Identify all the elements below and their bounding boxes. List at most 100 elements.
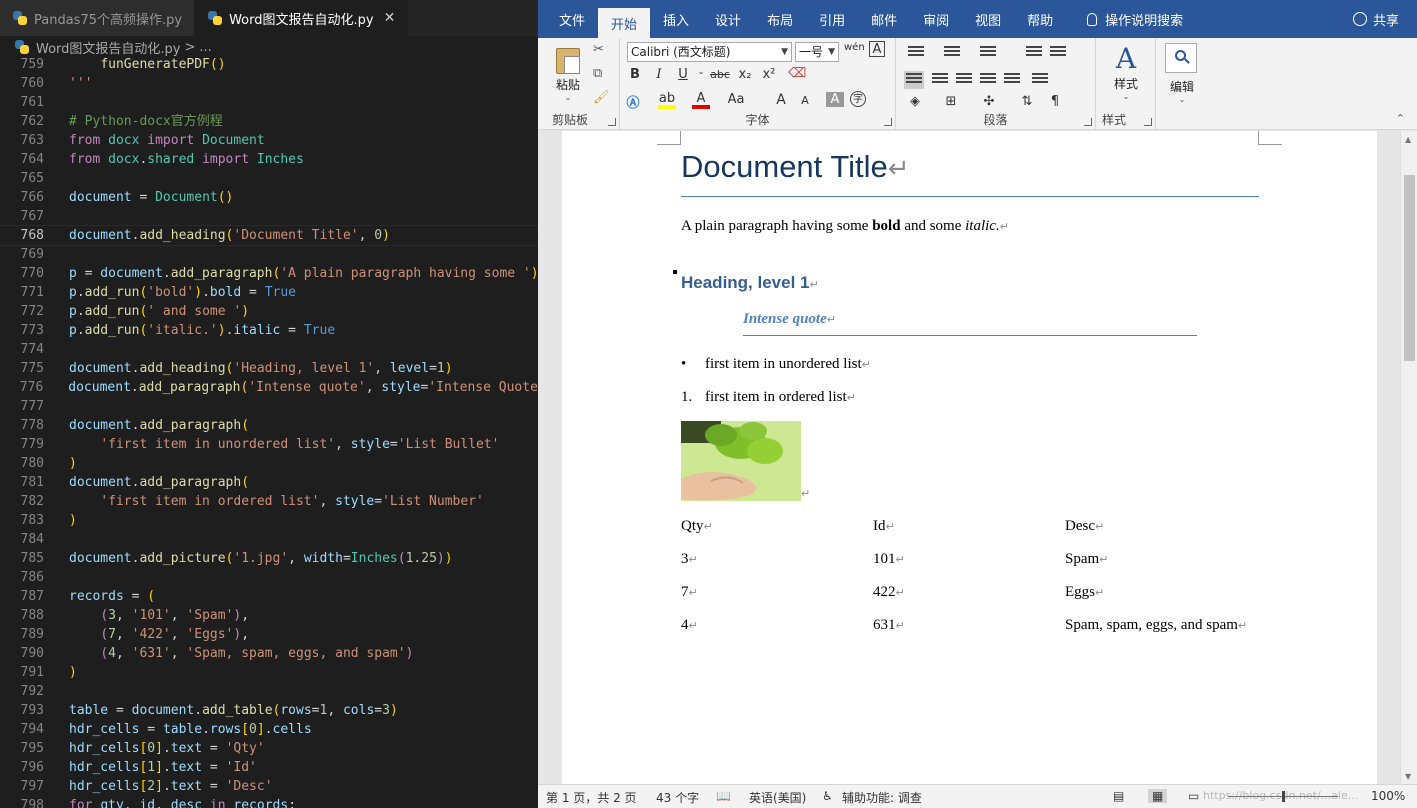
page-count[interactable]: 第 1 页，共 2 页 bbox=[546, 789, 637, 806]
shading-icon[interactable]: ◈ bbox=[906, 94, 924, 109]
shrink-font-button[interactable]: A bbox=[796, 94, 814, 107]
line-spacing-icon[interactable] bbox=[1032, 73, 1048, 87]
print-layout-icon[interactable]: ▦ bbox=[1148, 789, 1168, 803]
char-shading-button[interactable]: A bbox=[826, 92, 844, 107]
code-line[interactable]: 760 ''' bbox=[0, 74, 538, 93]
tab-home[interactable]: 开始 bbox=[598, 8, 651, 38]
code-text[interactable]: document.add_heading('Document Title', 0… bbox=[44, 226, 390, 245]
document-page[interactable]: Document Title↵ A plain paragraph having… bbox=[562, 131, 1377, 785]
align-left-icon[interactable] bbox=[904, 71, 924, 89]
code-text[interactable]: hdr_cells[2].text = 'Desc' bbox=[44, 777, 273, 796]
tab-review[interactable]: 审阅 bbox=[910, 0, 962, 38]
zoom-level[interactable]: 100% bbox=[1371, 789, 1405, 803]
code-text[interactable]: funGeneratePDF() bbox=[44, 55, 225, 74]
code-line[interactable]: 787 records = ( bbox=[0, 587, 538, 606]
code-line[interactable]: 772 p.add_run(' and some ') bbox=[0, 302, 538, 321]
code-text[interactable]: document.add_paragraph('Intense quote', … bbox=[43, 378, 538, 397]
accessibility-icon[interactable]: ♿ bbox=[822, 789, 833, 803]
code-line[interactable]: 765 bbox=[0, 169, 538, 188]
code-text[interactable]: p.add_run(' and some ') bbox=[44, 302, 249, 321]
code-line[interactable]: 767 bbox=[0, 207, 538, 226]
breadcrumb-more[interactable]: ... bbox=[199, 40, 211, 55]
tab-references[interactable]: 引用 bbox=[806, 0, 858, 38]
code-line[interactable]: 776 document.add_paragraph('Intense quote… bbox=[0, 378, 538, 397]
code-line[interactable]: 783) bbox=[0, 511, 538, 530]
code-line[interactable]: 779 'first item in unordered list', styl… bbox=[0, 435, 538, 454]
tell-me-search[interactable]: 操作说明搜索 bbox=[1066, 0, 1196, 38]
dialog-launcher-icon[interactable] bbox=[884, 118, 892, 126]
copy-icon[interactable]: ⧉ bbox=[593, 66, 602, 81]
share-button[interactable]: 共享 bbox=[1352, 0, 1399, 38]
word-count[interactable]: 43 个字 bbox=[656, 789, 699, 806]
code-line[interactable]: 792 bbox=[0, 682, 538, 701]
code-text[interactable] bbox=[44, 245, 77, 264]
enclose-char-button[interactable]: 字 bbox=[850, 91, 866, 107]
underline-button[interactable]: U bbox=[674, 67, 692, 82]
code-text[interactable]: document = Document() bbox=[44, 188, 233, 207]
code-text[interactable]: 'first item in ordered list', style='Lis… bbox=[44, 492, 484, 511]
code-text[interactable]: ) bbox=[44, 663, 77, 682]
code-line[interactable]: 793 table = document.add_table(rows=1, co… bbox=[0, 701, 538, 720]
code-line[interactable]: 764 from docx.shared import Inches bbox=[0, 150, 538, 169]
code-line[interactable]: 795 hdr_cells[0].text = 'Qty' bbox=[0, 739, 538, 758]
code-line[interactable]: 759 funGeneratePDF() bbox=[0, 55, 538, 74]
read-mode-icon[interactable]: ▤ bbox=[1113, 789, 1124, 803]
code-text[interactable] bbox=[44, 169, 77, 188]
styles-button[interactable]: A 样式 ⌄ bbox=[1104, 42, 1148, 101]
code-text[interactable] bbox=[44, 682, 77, 701]
code-line[interactable]: 761 bbox=[0, 93, 538, 112]
tab-file[interactable]: 文件 bbox=[546, 0, 598, 38]
code-text[interactable]: ) bbox=[44, 511, 77, 530]
code-text[interactable]: from docx import Document bbox=[44, 131, 265, 150]
code-line[interactable]: 770 p = document.add_paragraph('A plain p… bbox=[0, 264, 538, 283]
code-text[interactable]: from docx.shared import Inches bbox=[44, 150, 304, 169]
grow-font-button[interactable]: A bbox=[772, 92, 790, 108]
code-text[interactable]: document.add_paragraph( bbox=[44, 473, 249, 492]
search-icon[interactable] bbox=[1165, 43, 1197, 73]
code-text[interactable]: hdr_cells = table.rows[0].cells bbox=[44, 720, 312, 739]
zoom-slider-knob[interactable] bbox=[1282, 791, 1285, 802]
code-text[interactable] bbox=[44, 340, 77, 359]
code-line[interactable]: 780) bbox=[0, 454, 538, 473]
bullets-icon[interactable] bbox=[908, 46, 924, 60]
close-icon[interactable]: ✕ bbox=[384, 10, 396, 26]
superscript-button[interactable]: x² bbox=[760, 67, 778, 82]
code-text[interactable]: # Python-docx官方例程 bbox=[44, 112, 223, 131]
tab-insert[interactable]: 插入 bbox=[650, 0, 702, 38]
cut-icon[interactable]: ✂ bbox=[593, 42, 604, 57]
scrollbar-thumb[interactable] bbox=[1404, 175, 1415, 361]
code-text[interactable] bbox=[44, 93, 77, 112]
font-name-select[interactable]: Calibri (西文标题) ▼ bbox=[627, 42, 792, 62]
decrease-indent-icon[interactable] bbox=[1026, 46, 1042, 60]
justify-icon[interactable] bbox=[980, 73, 996, 87]
show-marks-icon[interactable]: ¶ bbox=[1046, 94, 1064, 109]
code-line[interactable]: 796 hdr_cells[1].text = 'Id' bbox=[0, 758, 538, 777]
code-text[interactable]: ) bbox=[44, 454, 77, 473]
code-text[interactable]: document.add_heading('Heading, level 1',… bbox=[44, 359, 453, 378]
char-border-button[interactable]: A bbox=[869, 41, 885, 57]
borders-icon[interactable]: ⊞ bbox=[942, 94, 960, 109]
code-text[interactable]: for qty, id, desc in records: bbox=[44, 796, 296, 808]
italic-button[interactable]: I bbox=[650, 67, 668, 82]
tab-view[interactable]: 视图 bbox=[962, 0, 1014, 38]
code-text[interactable]: hdr_cells[0].text = 'Qty' bbox=[44, 739, 265, 758]
code-text[interactable]: hdr_cells[1].text = 'Id' bbox=[44, 758, 257, 777]
code-line[interactable]: 788 (3, '101', 'Spam'), bbox=[0, 606, 538, 625]
code-text[interactable]: table = document.add_table(rows=1, cols=… bbox=[44, 701, 398, 720]
strikethrough-button[interactable]: abc bbox=[708, 68, 732, 81]
tab-design[interactable]: 设计 bbox=[702, 0, 754, 38]
code-line[interactable]: 791) bbox=[0, 663, 538, 682]
dialog-launcher-icon[interactable] bbox=[608, 118, 616, 126]
code-line[interactable]: 775 document.add_heading('Heading, level … bbox=[0, 359, 538, 378]
code-text[interactable]: p.add_run('italic.').italic = True bbox=[44, 321, 335, 340]
chinese-layout-icon[interactable]: ✣ bbox=[980, 94, 998, 109]
code-line[interactable]: 768 document.add_heading('Document Title'… bbox=[0, 225, 538, 246]
align-right-icon[interactable] bbox=[956, 73, 972, 87]
proofing-icon[interactable]: 📖 bbox=[716, 789, 731, 803]
numbering-icon[interactable] bbox=[944, 46, 960, 60]
language-indicator[interactable]: 英语(美国) bbox=[749, 789, 806, 806]
code-line[interactable]: 790 (4, '631', 'Spam, spam, eggs, and sp… bbox=[0, 644, 538, 663]
code-line[interactable]: 763 from docx import Document bbox=[0, 131, 538, 150]
code-text[interactable]: p.add_run('bold').bold = True bbox=[44, 283, 296, 302]
code-line[interactable]: 785 document.add_picture('1.jpg', width=I… bbox=[0, 549, 538, 568]
